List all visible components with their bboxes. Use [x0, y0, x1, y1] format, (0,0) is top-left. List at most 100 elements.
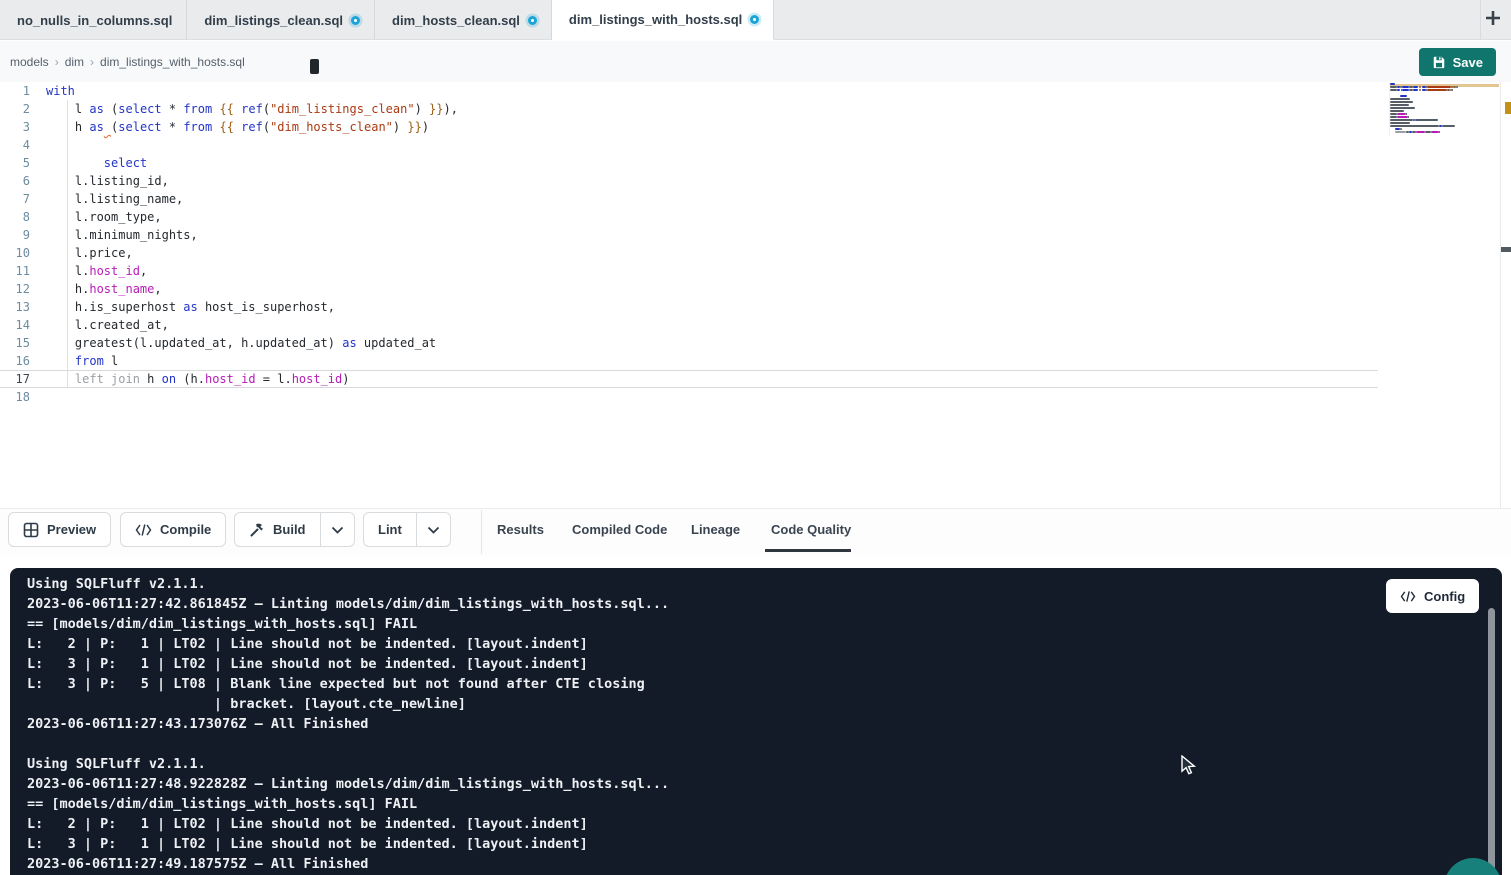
panel-tab-lineage[interactable]: Lineage: [691, 509, 740, 550]
code-icon: [1400, 590, 1416, 603]
panel-tab-compiled-code[interactable]: Compiled Code: [572, 509, 667, 550]
chevron-down-icon: [331, 526, 344, 534]
code-line: 8 l.room_type,: [0, 208, 1378, 226]
breadcrumb-item[interactable]: dim_listings_with_hosts.sql: [100, 55, 245, 69]
minimap-line: [1390, 104, 1460, 106]
line-number: 2: [0, 100, 46, 118]
code-text: [46, 136, 1378, 154]
action-toolbar: Preview Compile Build: [0, 508, 1511, 556]
code-line: 17 left join h on (h.host_id = l.host_id…: [0, 370, 1378, 388]
save-button-label: Save: [1453, 55, 1483, 70]
code-text: l.host_id,: [46, 262, 1378, 280]
build-button[interactable]: Build: [234, 512, 355, 547]
code-text: [46, 388, 1378, 406]
minimap-line: [1390, 113, 1460, 115]
file-tab-label: dim_listings_clean.sql: [204, 13, 343, 28]
hammer-icon: [249, 522, 265, 538]
file-tab-dim-listings-clean[interactable]: dim_listings_clean.sql: [187, 0, 375, 40]
terminal-line: == [models/dim/dim_listings_with_hosts.s…: [27, 794, 669, 814]
minimap[interactable]: [1389, 82, 1460, 137]
breadcrumb-item[interactable]: dim: [65, 55, 84, 69]
unsaved-changes-dot: [351, 16, 360, 25]
breadcrumb: models › dim › dim_listings_with_hosts.sql: [10, 55, 245, 69]
terminal-line: Using SQLFluff v2.1.1.: [27, 574, 669, 594]
preview-button[interactable]: Preview: [8, 512, 111, 547]
scrollbar-lint-marker: [1505, 102, 1511, 114]
code-text: l.listing_id,: [46, 172, 1378, 190]
code-text: l.minimum_nights,: [46, 226, 1378, 244]
floppy-disk-icon: [1432, 55, 1446, 69]
toolbar-divider: [481, 510, 482, 554]
compile-button[interactable]: Compile: [120, 512, 226, 547]
scrollbar-cursor-marker: [1501, 247, 1511, 252]
save-button[interactable]: Save: [1419, 48, 1496, 76]
code-line: 13 h.is_superhost as host_is_superhost,: [0, 298, 1378, 316]
code-text: select: [46, 154, 1378, 172]
build-dropdown-toggle[interactable]: [320, 513, 354, 546]
code-line: 12 h.host_name,: [0, 280, 1378, 298]
code-line: 14 l.created_at,: [0, 316, 1378, 334]
line-number: 13: [0, 298, 46, 316]
panel-tab-code-quality[interactable]: Code Quality: [771, 509, 851, 550]
panel-tab-results[interactable]: Results: [497, 509, 544, 550]
indent-guide: [67, 100, 68, 388]
code-line: 4: [0, 136, 1378, 154]
editor-lines: 1with2 l as (select * from {{ ref("dim_l…: [0, 82, 1378, 406]
lint-button[interactable]: Lint: [363, 512, 451, 547]
unsaved-changes-dot: [750, 15, 759, 24]
terminal-line: [27, 734, 669, 754]
breadcrumb-separator: ›: [55, 55, 59, 69]
terminal-output: Using SQLFluff v2.1.1.2023-06-06T11:27:4…: [27, 574, 669, 874]
line-number: 9: [0, 226, 46, 244]
tab-bar-spacer: [774, 0, 1511, 39]
minimap-line: [1390, 116, 1460, 118]
code-line: 16 from l: [0, 352, 1378, 370]
breadcrumb-separator: ›: [90, 55, 94, 69]
tab-strip: no_nulls_in_columns.sql dim_listings_clea…: [0, 0, 774, 39]
file-tab-dim-hosts-clean[interactable]: dim_hosts_clean.sql: [375, 0, 552, 40]
terminal-line: 2023-06-06T11:27:43.173076Z — All Finish…: [27, 714, 669, 734]
code-text: h.host_name,: [46, 280, 1378, 298]
terminal-scrollbar[interactable]: [1488, 608, 1495, 875]
code-line: 6 l.listing_id,: [0, 172, 1378, 190]
minimap-line: [1390, 101, 1460, 103]
code-text: from l: [46, 352, 1378, 370]
new-tab-button[interactable]: [1481, 8, 1505, 32]
config-button[interactable]: Config: [1386, 579, 1479, 613]
terminal-line: | bracket. [layout.cte_newline]: [27, 694, 669, 714]
minimap-line: [1390, 98, 1460, 100]
line-number: 12: [0, 280, 46, 298]
code-line: 1with: [0, 82, 1378, 100]
file-tab-dim-listings-with-hosts[interactable]: dim_listings_with_hosts.sql: [552, 0, 774, 40]
code-text: l.price,: [46, 244, 1378, 262]
code-line: 11 l.host_id,: [0, 262, 1378, 280]
code-editor[interactable]: 1with2 l as (select * from {{ ref("dim_l…: [0, 82, 1511, 508]
code-icon: [135, 523, 152, 537]
terminal-line: 2023-06-06T11:27:48.922828Z — Linting mo…: [27, 774, 669, 794]
code-line: 5 select: [0, 154, 1378, 172]
minimap-line: [1390, 83, 1460, 85]
line-number: 14: [0, 316, 46, 334]
line-number: 8: [0, 208, 46, 226]
line-number: 11: [0, 262, 46, 280]
editor-scrollbar[interactable]: [1500, 82, 1511, 508]
terminal-line: == [models/dim/dim_listings_with_hosts.s…: [27, 614, 669, 634]
terminal-line: Using SQLFluff v2.1.1.: [27, 754, 669, 774]
line-number: 16: [0, 352, 46, 370]
minimap-line: [1390, 89, 1460, 91]
code-text: l.created_at,: [46, 316, 1378, 334]
line-number: 17: [0, 370, 46, 388]
build-button-label: Build: [273, 522, 306, 537]
code-text: l.listing_name,: [46, 190, 1378, 208]
terminal-line: L: 3 | P: 5 | LT08 | Blank line expected…: [27, 674, 669, 694]
minimap-line: [1390, 122, 1460, 124]
code-text: l.room_type,: [46, 208, 1378, 226]
breadcrumb-item[interactable]: models: [10, 55, 49, 69]
terminal-line: L: 3 | P: 1 | LT02 | Line should not be …: [27, 654, 669, 674]
terminal-line: L: 2 | P: 1 | LT02 | Line should not be …: [27, 634, 669, 654]
lint-dropdown-toggle[interactable]: [416, 513, 450, 546]
code-line: 18: [0, 388, 1378, 406]
line-number: 4: [0, 136, 46, 154]
file-tab-no-nulls-in-columns[interactable]: no_nulls_in_columns.sql: [0, 0, 187, 40]
dbt-cloud-ide: no_nulls_in_columns.sql dim_listings_clea…: [0, 0, 1511, 875]
